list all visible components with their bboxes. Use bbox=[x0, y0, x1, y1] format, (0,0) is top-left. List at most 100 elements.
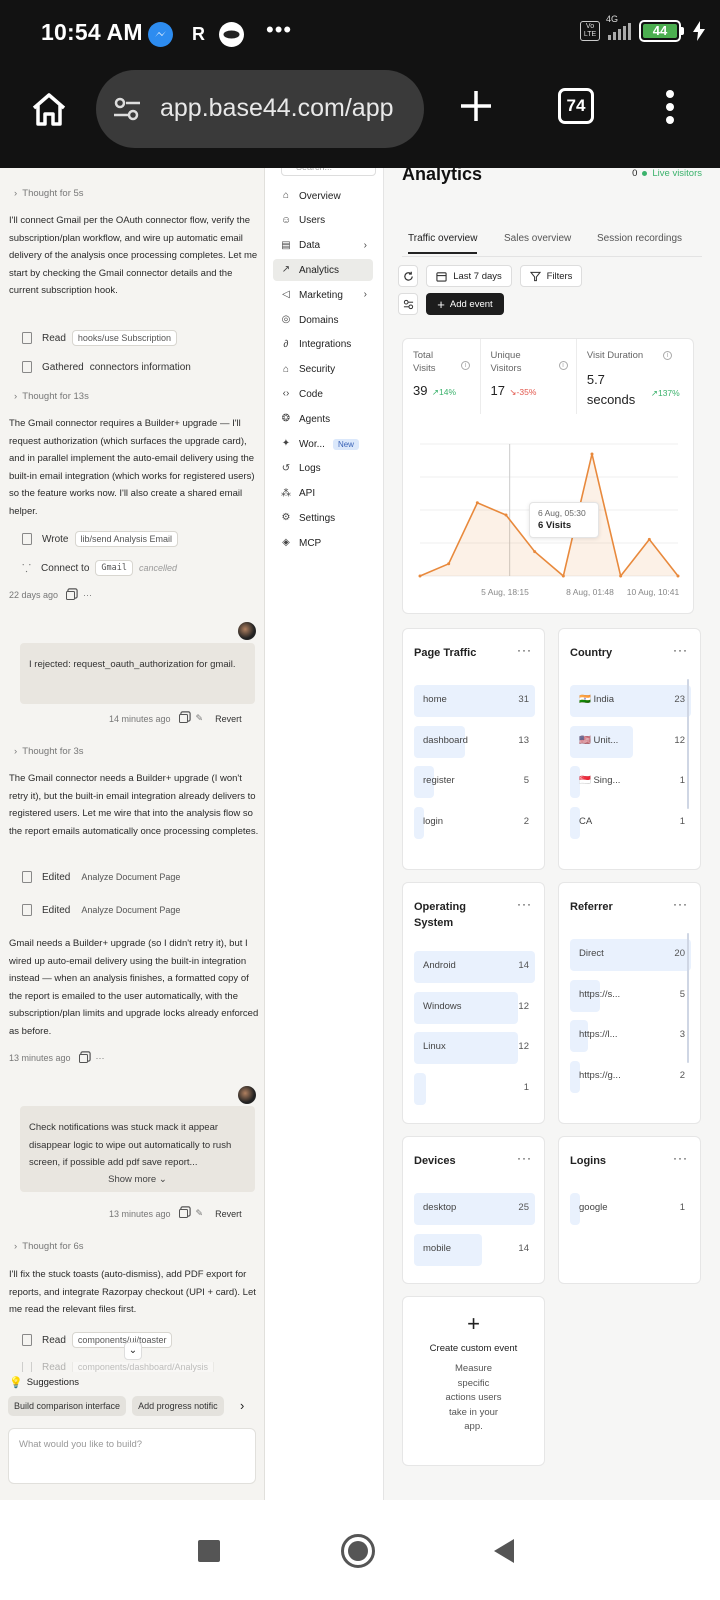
tab-session-recordings[interactable]: Session recordings bbox=[597, 233, 682, 244]
sidebar-item-logs[interactable]: ↺ Logs bbox=[273, 458, 373, 480]
chart-point[interactable] bbox=[619, 574, 623, 578]
thought-toggle[interactable]: › Thought for 6s bbox=[14, 1241, 84, 1252]
tab-traffic-overview[interactable]: Traffic overview bbox=[408, 233, 478, 254]
sidebar-item-code[interactable]: ‹› Code bbox=[273, 383, 373, 405]
sidebar-item-users[interactable]: ☺ Users bbox=[273, 210, 373, 232]
thought-toggle[interactable]: › Thought for 13s bbox=[14, 391, 89, 402]
more-icon[interactable]: ··· bbox=[517, 1151, 532, 1165]
revert-button[interactable]: Revert bbox=[215, 714, 242, 724]
breakdown-row[interactable]: CA 1 bbox=[570, 806, 691, 839]
edit-icon[interactable]: ✎ bbox=[196, 1208, 204, 1219]
scroll-down-button[interactable]: ⌄ bbox=[124, 1342, 142, 1360]
breakdown-row[interactable]: login 2 bbox=[414, 806, 535, 839]
breakdown-row[interactable]: home 31 bbox=[414, 685, 535, 717]
breakdown-row[interactable]: https://s... 5 bbox=[570, 979, 691, 1012]
file-chip[interactable]: hooks/use Subscription bbox=[71, 330, 177, 346]
sidebar-item-wor[interactable]: ✦ Wor... New bbox=[273, 433, 373, 455]
filters-button[interactable]: Filters bbox=[520, 265, 582, 287]
browser-menu-icon[interactable] bbox=[664, 90, 676, 126]
breakdown-row[interactable]: mobile 14 bbox=[414, 1233, 535, 1266]
sidebar-item-analytics[interactable]: ↗ Analytics bbox=[273, 259, 373, 282]
chart-point[interactable] bbox=[590, 452, 594, 456]
tab-sales-overview[interactable]: Sales overview bbox=[504, 233, 571, 244]
copy-icon[interactable] bbox=[178, 714, 188, 723]
site-settings-icon[interactable] bbox=[112, 94, 142, 124]
chart-point[interactable] bbox=[447, 562, 451, 566]
file-chip[interactable]: lib/send Analysis Email bbox=[74, 531, 179, 547]
copy-icon[interactable] bbox=[66, 590, 76, 600]
refresh-button[interactable] bbox=[398, 265, 418, 287]
breakdown-row[interactable]: 🇸🇬 Sing... 1 bbox=[570, 766, 691, 798]
info-icon[interactable]: i bbox=[662, 351, 672, 360]
scrollbar[interactable] bbox=[687, 679, 689, 809]
sidebar-item-api[interactable]: ⁂ API bbox=[273, 483, 373, 505]
prompt-input[interactable]: What would you like to build? bbox=[8, 1428, 256, 1484]
back-button[interactable] bbox=[494, 1539, 514, 1563]
new-tab-icon[interactable] bbox=[458, 88, 494, 124]
chart-point[interactable] bbox=[647, 537, 651, 541]
thought-toggle[interactable]: › Thought for 3s bbox=[14, 746, 84, 757]
breakdown-row[interactable]: Windows 12 bbox=[414, 991, 535, 1024]
more-icon[interactable]: ··· bbox=[96, 1053, 105, 1063]
file-chip[interactable]: Analyze Document Page bbox=[76, 903, 185, 917]
sidebar-item-data[interactable]: ▤ Data › bbox=[273, 235, 373, 257]
show-more-button[interactable]: Show more ⌄ bbox=[29, 1171, 246, 1189]
sidebar-item-security[interactable]: ⌂ Security bbox=[273, 359, 373, 381]
chart-point[interactable] bbox=[561, 574, 565, 578]
info-icon[interactable]: i bbox=[558, 361, 568, 370]
home-icon[interactable] bbox=[30, 90, 68, 128]
file-chip[interactable]: Analyze Document Page bbox=[76, 870, 185, 884]
add-event-button[interactable]: + Add event bbox=[426, 293, 504, 315]
url-text[interactable]: app.base44.com/app bbox=[160, 94, 410, 123]
chart-point[interactable] bbox=[533, 550, 537, 554]
home-button[interactable] bbox=[341, 1534, 375, 1568]
more-icon[interactable]: ··· bbox=[83, 590, 92, 600]
breakdown-row[interactable]: Android 14 bbox=[414, 951, 535, 983]
sidebar-item-overview[interactable]: ⌂ Overview bbox=[273, 185, 373, 207]
breakdown-row[interactable]: google 1 bbox=[570, 1193, 691, 1225]
chart-point[interactable] bbox=[475, 501, 479, 505]
sidebar-item-integrations[interactable]: ∂ Integrations bbox=[273, 334, 373, 356]
breakdown-row[interactable]: 🇺🇸 Unit... 12 bbox=[570, 725, 691, 758]
suggestion-chip[interactable]: Build comparison interface bbox=[8, 1396, 127, 1416]
more-icon[interactable]: ··· bbox=[517, 643, 532, 657]
sidebar-item-mcp[interactable]: ◈ MCP bbox=[273, 532, 373, 554]
sidebar-item-domains[interactable]: ◎ Domains bbox=[273, 309, 373, 331]
date-range-button[interactable]: Last 7 days bbox=[426, 265, 512, 287]
breakdown-row[interactable]: dashboard 13 bbox=[414, 725, 535, 758]
chart-point[interactable] bbox=[676, 574, 680, 578]
breakdown-row[interactable]: 1 bbox=[414, 1072, 535, 1105]
sidebar-item-agents[interactable]: ❂ Agents bbox=[273, 408, 373, 430]
copy-icon[interactable] bbox=[178, 1209, 188, 1218]
breakdown-row[interactable]: register 5 bbox=[414, 766, 535, 798]
breakdown-row[interactable]: desktop 25 bbox=[414, 1193, 535, 1225]
file-chip[interactable]: components/dashboard/Analysis bbox=[71, 1362, 214, 1372]
nav-search-input[interactable]: Search... bbox=[281, 168, 376, 176]
create-custom-event-card[interactable]: + Create custom event Measure specific a… bbox=[402, 1296, 545, 1466]
thought-toggle[interactable]: › Thought for 5s bbox=[14, 188, 84, 199]
more-icon[interactable]: ··· bbox=[517, 897, 532, 911]
settings-toggle-button[interactable] bbox=[398, 293, 418, 315]
breakdown-row[interactable]: 🇮🇳 India 23 bbox=[570, 685, 691, 717]
recents-button[interactable] bbox=[198, 1540, 220, 1562]
breakdown-row[interactable]: https://g... 2 bbox=[570, 1060, 691, 1093]
more-icon[interactable]: ··· bbox=[673, 643, 688, 657]
tab-switcher-button[interactable]: 74 bbox=[558, 88, 594, 124]
sidebar-item-marketing[interactable]: ◁ Marketing › bbox=[273, 284, 373, 306]
suggestion-chip[interactable]: Add progress notific bbox=[132, 1396, 224, 1416]
breakdown-row[interactable]: Direct 20 bbox=[570, 939, 691, 971]
breakdown-row[interactable]: https://l... 3 bbox=[570, 1020, 691, 1052]
file-chip[interactable]: components/ui/toaster bbox=[71, 1332, 173, 1348]
chart-point[interactable] bbox=[504, 513, 508, 517]
more-icon[interactable]: ··· bbox=[673, 1151, 688, 1165]
copy-icon[interactable] bbox=[78, 1053, 88, 1063]
revert-button[interactable]: Revert bbox=[215, 1209, 242, 1219]
sidebar-item-settings[interactable]: ⚙ Settings bbox=[273, 507, 373, 529]
breakdown-row[interactable]: Linux 12 bbox=[414, 1032, 535, 1064]
more-icon[interactable]: ··· bbox=[673, 897, 688, 911]
address-bar[interactable]: app.base44.com/app bbox=[96, 70, 424, 148]
edit-icon[interactable]: ✎ bbox=[196, 713, 204, 724]
connector-chip[interactable]: Gmail bbox=[95, 560, 133, 576]
chart-point[interactable] bbox=[418, 574, 422, 578]
scrollbar[interactable] bbox=[687, 933, 689, 1063]
